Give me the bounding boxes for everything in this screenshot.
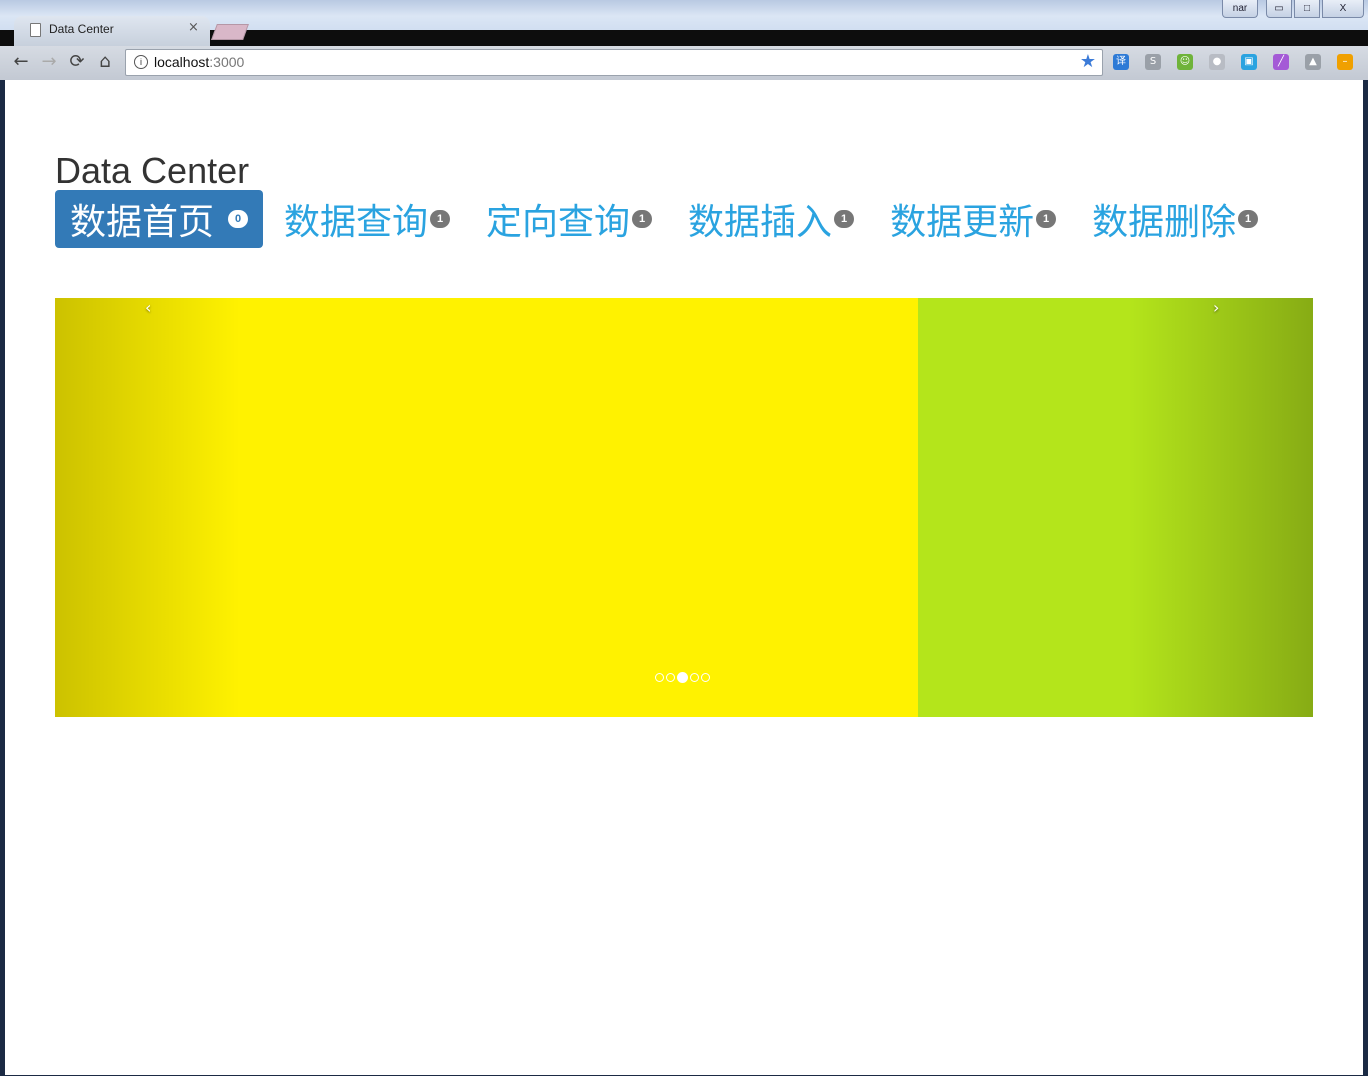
reload-icon[interactable]: ⟳ [66, 51, 88, 73]
info-icon[interactable]: i [134, 55, 148, 69]
extension-gray-icon[interactable]: S [1145, 54, 1161, 70]
nav-item-label: 定向查询 [486, 202, 631, 243]
nav-item-label: 数据插入 [688, 202, 833, 243]
forward-icon[interactable]: → [38, 51, 60, 73]
url-host: localhost [154, 54, 210, 70]
carousel-indicator-dot[interactable] [690, 673, 699, 682]
new-tab-button[interactable] [211, 24, 249, 40]
browser-toolbar: ← → ⟳ ⌂ i localhost:3000 ★ 译 S ☺ ● ▣ ╱ ▲ – [0, 46, 1368, 80]
maximize-button[interactable]: □ [1294, 0, 1320, 18]
bookmark-star-icon[interactable]: ★ [1080, 51, 1096, 72]
minus-circle-icon[interactable]: – [1337, 54, 1353, 70]
screenshot-icon[interactable]: ▣ [1241, 54, 1257, 70]
translate-icon[interactable]: 译 [1113, 54, 1129, 70]
address-bar[interactable]: i localhost:3000 ★ [125, 49, 1103, 76]
window-controls: nar ▭ □ X [1222, 0, 1364, 18]
home-icon[interactable]: ⌂ [94, 51, 116, 73]
carousel[interactable]: ‹ › [55, 298, 1313, 717]
nav-badge: 1 [1238, 210, 1259, 228]
page-viewport: Data Center 数据首页 0 数据查询 1 定向查询 1 数据插入 1 数据更新 1 数据删… [5, 80, 1363, 1075]
url-text[interactable]: localhost:3000 [154, 54, 244, 70]
profile-button[interactable]: nar [1222, 0, 1258, 18]
carousel-indicator-dot[interactable] [655, 673, 664, 682]
minimize-button[interactable]: ▭ [1266, 0, 1292, 18]
browser-tab[interactable]: Data Center × [14, 16, 210, 46]
site-brand[interactable]: Data Center [55, 150, 249, 192]
carousel-prev-shade[interactable] [55, 298, 240, 717]
warning-icon[interactable]: ▲ [1305, 54, 1321, 70]
tab-title: Data Center [49, 22, 114, 36]
nav-item-1[interactable]: 数据首页 0 [55, 190, 264, 248]
globe-icon[interactable]: ● [1209, 54, 1225, 70]
nav-badge: 1 [834, 210, 855, 228]
carousel-indicator-dot[interactable] [701, 673, 710, 682]
main-nav: 数据首页 0 数据查询 1 定向查询 1 数据插入 1 数据更新 1 数据删除 1 [55, 190, 1279, 248]
nav-badge: 1 [632, 210, 653, 228]
nav-item-label: 数据删除 [1092, 202, 1237, 243]
page-icon [30, 23, 41, 37]
back-icon[interactable]: ← [10, 51, 32, 73]
url-port: :3000 [209, 54, 245, 70]
nav-badge: 1 [1036, 210, 1057, 228]
carousel-indicator-dot[interactable] [666, 673, 675, 682]
window-titlebar: Data Center × nar ▭ □ X [0, 0, 1368, 46]
chevron-right-icon[interactable]: › [1213, 298, 1219, 317]
carousel-indicators [655, 672, 710, 683]
tab-close-icon[interactable]: × [188, 20, 199, 35]
nav-item-4[interactable]: 数据插入 1 [673, 190, 869, 248]
nav-item-3[interactable]: 定向查询 1 [471, 190, 667, 248]
nav-item-label: 数据更新 [890, 202, 1035, 243]
close-window-button[interactable]: X [1322, 0, 1364, 18]
chevron-left-icon[interactable]: ‹ [145, 298, 151, 317]
nav-item-2[interactable]: 数据查询 1 [269, 190, 465, 248]
pen-icon[interactable]: ╱ [1273, 54, 1289, 70]
nav-item-label: 数据查询 [284, 202, 429, 243]
carousel-indicator-dot[interactable] [677, 672, 688, 683]
nav-item-6[interactable]: 数据删除 1 [1077, 190, 1273, 248]
frog-icon[interactable]: ☺ [1177, 54, 1193, 70]
carousel-next-shade[interactable] [1128, 298, 1313, 717]
nav-item-5[interactable]: 数据更新 1 [875, 190, 1071, 248]
nav-badge: 1 [430, 210, 451, 228]
nav-item-label: 数据首页 [70, 202, 215, 243]
nav-badge: 0 [228, 210, 249, 228]
